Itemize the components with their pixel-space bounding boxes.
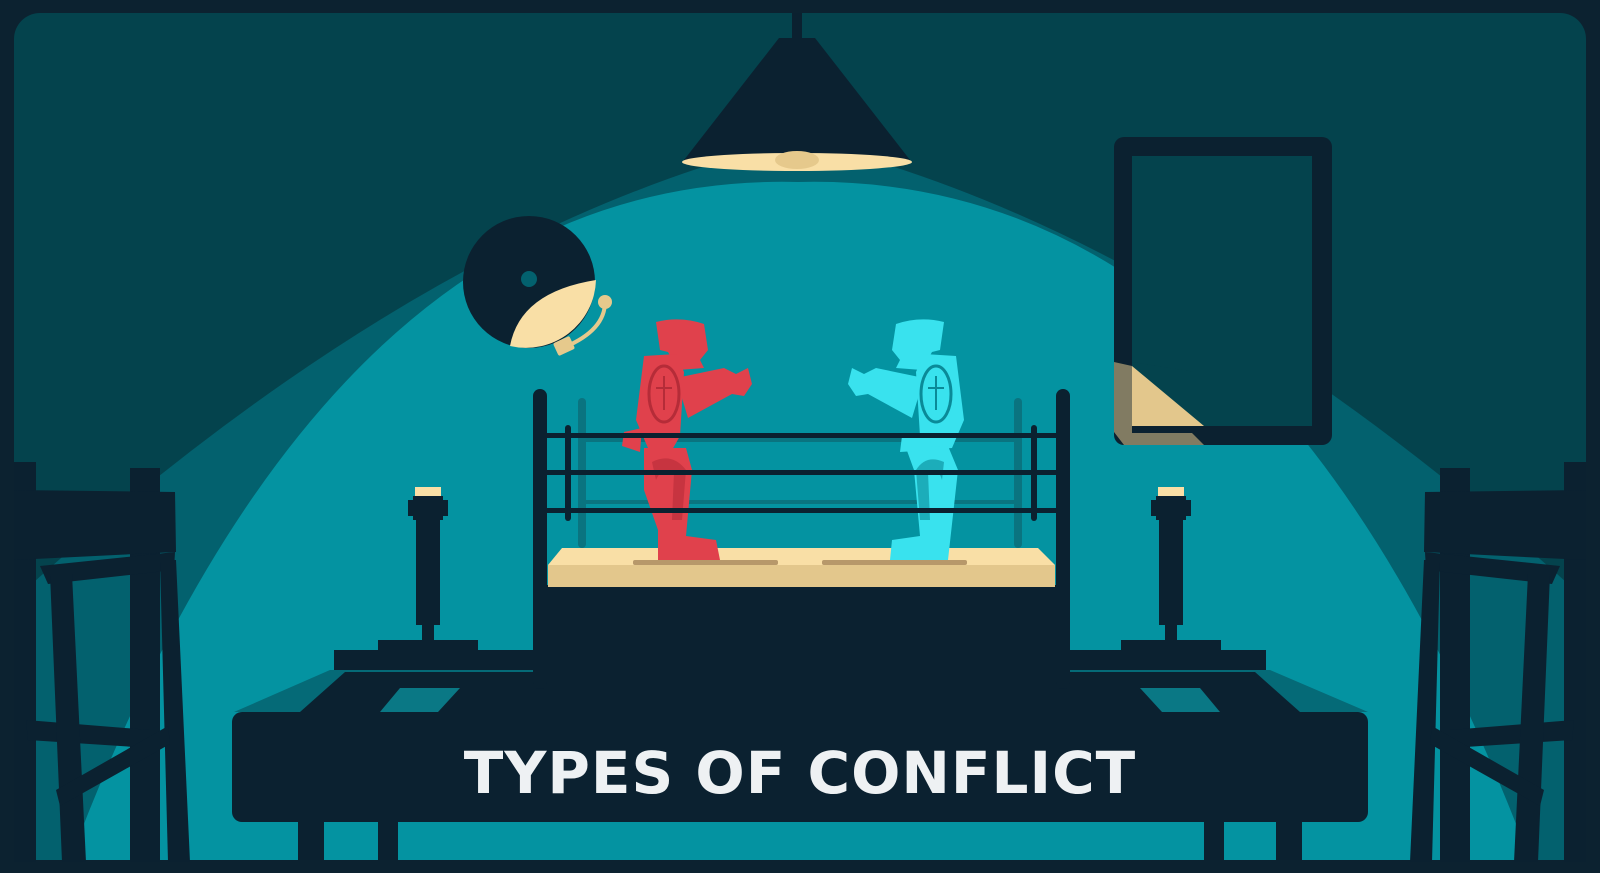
illustration-scene: TYPES OF CONFLICT xyxy=(0,0,1600,873)
banner-title: TYPES OF CONFLICT xyxy=(464,739,1136,807)
conflict-illustration: TYPES OF CONFLICT xyxy=(0,0,1600,873)
wall-frame-icon xyxy=(1114,137,1332,445)
